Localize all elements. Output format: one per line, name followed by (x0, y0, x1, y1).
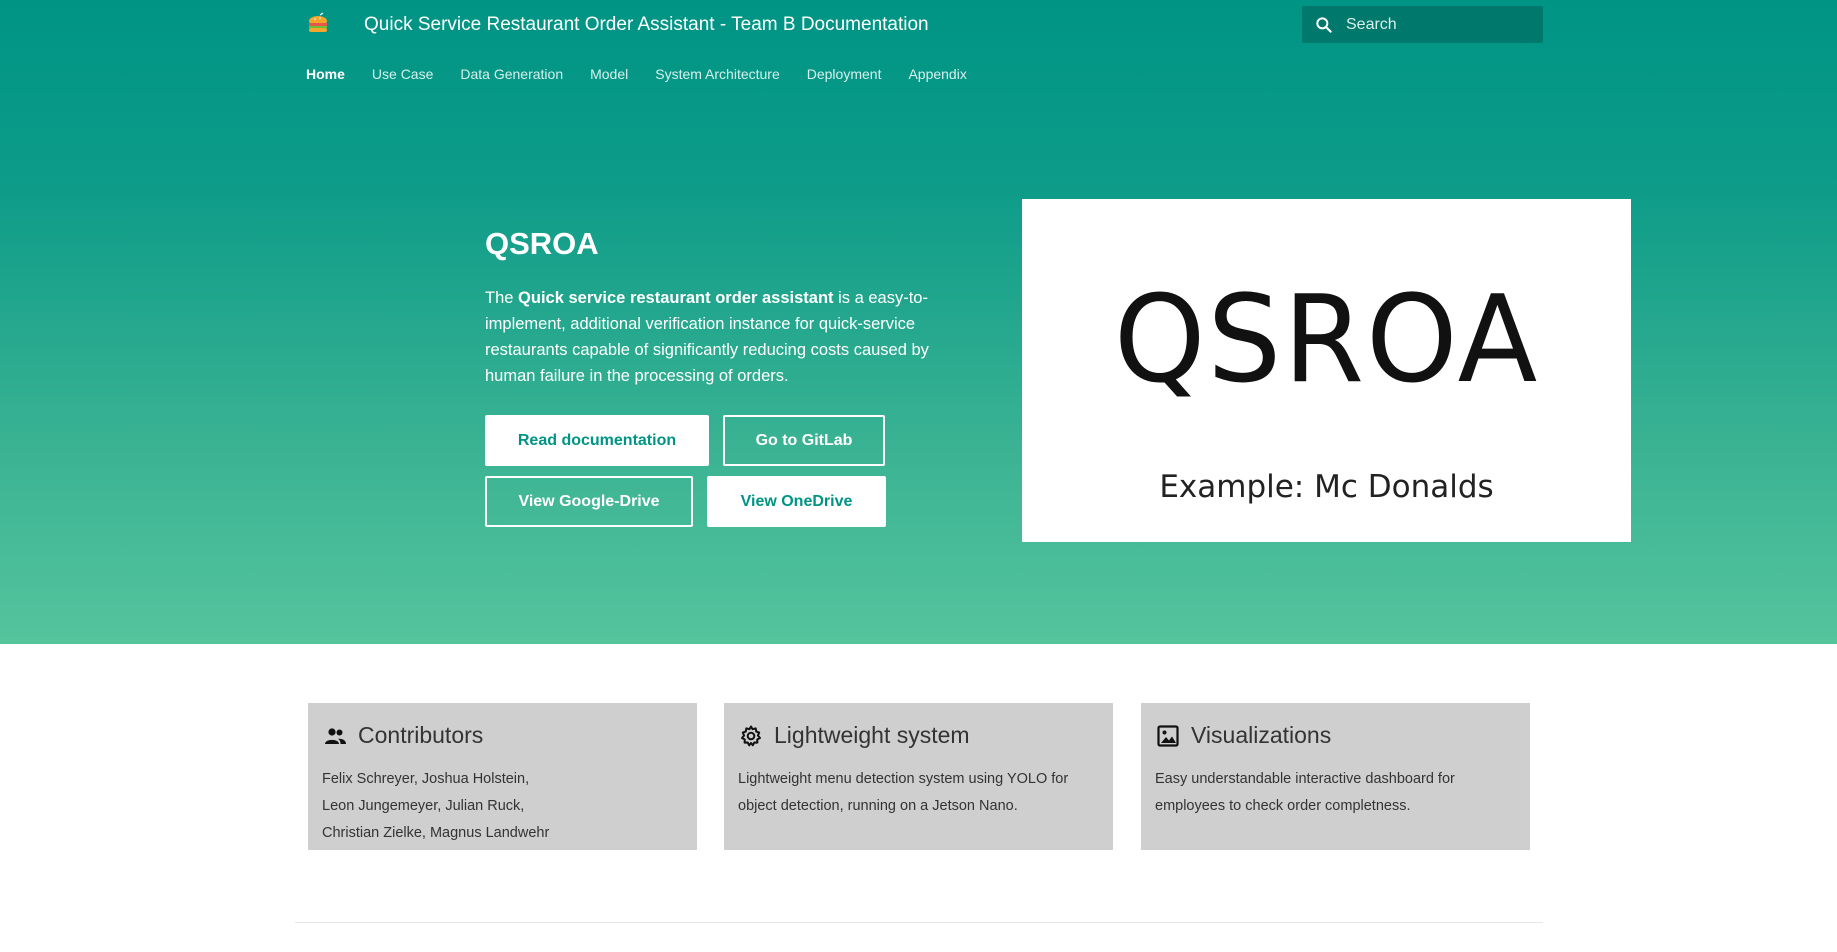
read-documentation-button[interactable]: Read documentation (485, 415, 709, 466)
card-line: Lightweight menu detection system using … (738, 771, 1069, 787)
tab-home[interactable]: Home (306, 66, 345, 82)
card-header: Visualizations (1155, 722, 1331, 749)
feature-card-contributors: Contributors Felix Schreyer, Joshua Hols… (308, 703, 697, 850)
tab-data-generation[interactable]: Data Generation (460, 66, 563, 82)
hero-image: QSROA Example: Mc Donalds (1022, 199, 1631, 542)
hero-desc-bold: Quick service restaurant order assistant (518, 289, 834, 307)
feature-card-visualizations: Visualizations Easy understandable inter… (1141, 703, 1530, 850)
card-text: Easy understandable interactive dashboar… (1155, 766, 1520, 820)
card-line: object detection, running on a Jetson Na… (738, 798, 1018, 814)
image-icon (1155, 723, 1181, 749)
search-input[interactable] (1346, 6, 1536, 43)
gitlab-button[interactable]: Go to GitLab (723, 415, 885, 466)
people-icon (322, 723, 348, 749)
tab-model[interactable]: Model (590, 66, 628, 82)
hero-title: QSROA (485, 226, 599, 261)
hero-image-subtitle: Example: Mc Donalds (1159, 469, 1494, 505)
card-line: Easy understandable interactive dashboar… (1155, 771, 1455, 787)
hero-image-title: QSROA (1113, 271, 1540, 410)
footer-divider (295, 922, 1543, 923)
header: Quick Service Restaurant Order Assistant… (0, 0, 1837, 50)
hero-description: The Quick service restaurant order assis… (485, 285, 955, 389)
tab-use-case[interactable]: Use Case (372, 66, 433, 82)
site-title[interactable]: Quick Service Restaurant Order Assistant… (364, 14, 929, 36)
tab-deployment[interactable]: Deployment (807, 66, 882, 82)
card-line: employees to check order completness. (1155, 798, 1411, 814)
search-box[interactable] (1302, 6, 1543, 43)
card-title: Lightweight system (774, 722, 970, 748)
burger-logo-icon[interactable] (306, 12, 330, 36)
card-line: Felix Schreyer, Joshua Holstein, (322, 771, 530, 787)
card-title: Contributors (358, 722, 484, 748)
card-text: Felix Schreyer, Joshua Holstein, Leon Ju… (322, 766, 687, 847)
feature-card-lightweight-system: Lightweight system Lightweight menu dete… (724, 703, 1113, 850)
card-header: Lightweight system (738, 722, 970, 749)
card-line: Leon Jungemeyer, Julian Ruck, (322, 798, 525, 814)
card-header: Contributors (322, 722, 483, 749)
tab-system-architecture[interactable]: System Architecture (655, 66, 780, 82)
google-drive-button[interactable]: View Google-Drive (485, 476, 693, 527)
card-title: Visualizations (1191, 722, 1332, 748)
search-icon (1316, 17, 1332, 33)
card-line: Christian Zielke, Magnus Landwehr (322, 825, 550, 841)
gear-icon (738, 723, 764, 749)
onedrive-button[interactable]: View OneDrive (707, 476, 886, 527)
card-text: Lightweight menu detection system using … (738, 766, 1103, 820)
tab-appendix[interactable]: Appendix (908, 66, 966, 82)
nav-tabs: Home Use Case Data Generation Model Syst… (306, 66, 994, 82)
hero-desc-prefix: The (485, 289, 519, 307)
